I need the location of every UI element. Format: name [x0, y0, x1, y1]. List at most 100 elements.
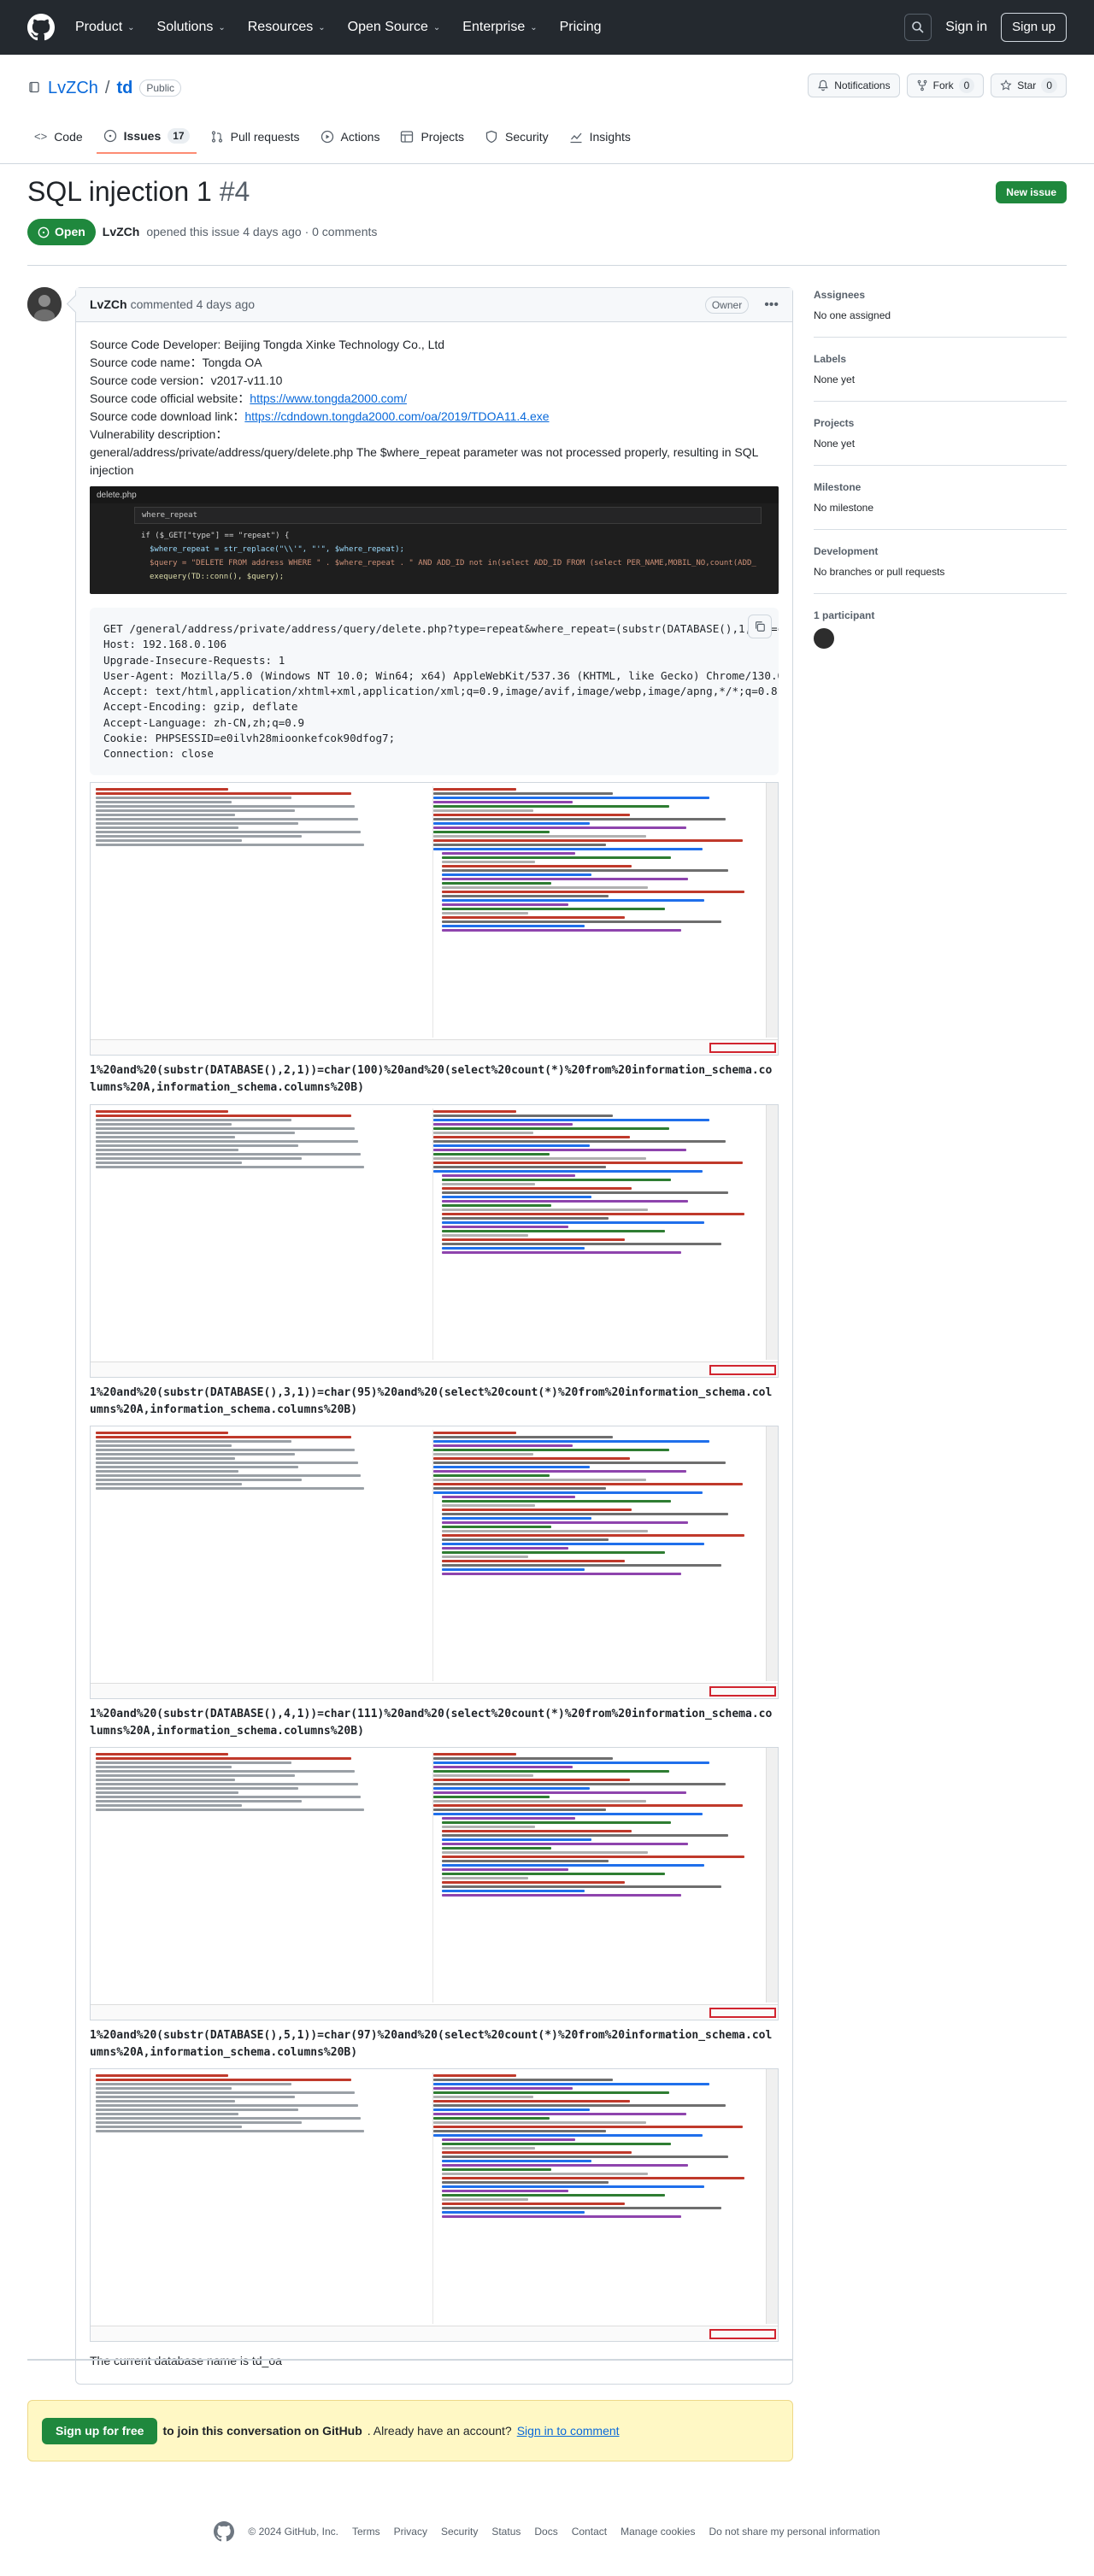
- participants-title: 1 participant: [814, 609, 875, 621]
- code-screenshot[interactable]: delete.php where_repeat if ($_GET["type"…: [90, 486, 779, 594]
- repo-owner-link[interactable]: LvZCh: [48, 75, 98, 101]
- tab-actions[interactable]: Actions: [314, 120, 387, 154]
- footer-link-security[interactable]: Security: [441, 2524, 478, 2539]
- nav-open-source[interactable]: Open Source ⌄: [348, 17, 441, 38]
- website-link[interactable]: https://www.tongda2000.com/: [250, 391, 407, 405]
- avatar[interactable]: [27, 287, 62, 321]
- request-text-line: [96, 2083, 291, 2086]
- request-text-line: [96, 1478, 302, 1481]
- request-text-line: [96, 2079, 351, 2082]
- response-text-line: [442, 878, 688, 881]
- vuln-description: general/address/private/address/query/de…: [90, 445, 758, 477]
- comment-time[interactable]: commented 4 days ago: [131, 296, 256, 314]
- response-time-highlight: [709, 1685, 776, 1697]
- nav-resources[interactable]: Resources ⌄: [248, 17, 326, 38]
- response-text-line: [433, 1461, 726, 1464]
- request-text-line: [96, 1114, 351, 1117]
- star-button[interactable]: Star 0: [991, 74, 1067, 97]
- response-text-line: [442, 908, 665, 911]
- response-text-line: [433, 1144, 590, 1147]
- response-text-line: [442, 895, 609, 898]
- burp-screenshot[interactable]: [90, 2068, 779, 2343]
- request-text-line: [96, 2087, 232, 2091]
- response-pane: [432, 1751, 766, 2003]
- sign-in-link[interactable]: Sign in: [945, 17, 987, 38]
- projects-value: None yet: [814, 438, 856, 450]
- response-text-line: [442, 1191, 728, 1194]
- owner-badge: Owner: [704, 296, 750, 314]
- shield-icon: [485, 130, 497, 144]
- footer-link-status[interactable]: Status: [491, 2524, 521, 2539]
- response-text-line: [433, 2126, 743, 2129]
- response-text-line: [442, 1220, 705, 1224]
- response-pane: [432, 786, 766, 1038]
- response-text-line: [433, 792, 614, 796]
- footer-link-contact[interactable]: Contact: [572, 2524, 607, 2539]
- github-logo-icon[interactable]: [27, 14, 55, 41]
- tab-pull-requests[interactable]: Pull requests: [203, 120, 307, 154]
- response-text-line: [433, 2113, 686, 2116]
- request-text-line: [96, 1126, 355, 1130]
- new-issue-button[interactable]: New issue: [996, 181, 1067, 203]
- request-text-line: [96, 1791, 238, 1795]
- request-text-line: [96, 1152, 362, 1156]
- request-text-line: [96, 805, 355, 809]
- tab-issues[interactable]: Issues 17: [96, 120, 197, 154]
- kebab-menu-icon[interactable]: •••: [764, 295, 779, 315]
- response-text-line: [433, 1813, 703, 1816]
- payload-line: 1%20and%20(substr(DATABASE(),4,1))=char(…: [90, 1707, 773, 1738]
- response-text-line: [433, 2108, 590, 2112]
- comment-author[interactable]: LvZCh: [90, 296, 127, 314]
- response-text-line: [433, 2121, 646, 2125]
- nav-product[interactable]: Product ⌄: [75, 17, 135, 38]
- fork-button[interactable]: Fork 0: [906, 74, 985, 97]
- developer-line: Source Code Developer: Beijing Tongda Xi…: [90, 338, 445, 351]
- search-button[interactable]: [904, 14, 932, 41]
- signin-comment-link[interactable]: Sign in to comment: [517, 2422, 620, 2440]
- response-text-line: [442, 1229, 665, 1232]
- request-text-line: [96, 2074, 229, 2078]
- tab-label: Insights: [589, 129, 631, 144]
- response-text-line: [442, 1851, 649, 1855]
- tab-label: Projects: [421, 129, 465, 144]
- request-text-line: [96, 788, 229, 791]
- burp-screenshot[interactable]: [90, 1425, 779, 1699]
- burp-screenshot[interactable]: [90, 1103, 779, 1378]
- github-logo-icon[interactable]: [214, 2521, 235, 2542]
- nav-label: Resources: [247, 20, 314, 34]
- response-text-line: [442, 1868, 568, 1872]
- request-text-line: [96, 822, 298, 826]
- tab-code[interactable]: <> Code: [27, 120, 90, 154]
- signup-free-button[interactable]: Sign up for free: [42, 2417, 158, 2444]
- copy-button[interactable]: [748, 615, 772, 638]
- chevron-down-icon: ⌄: [218, 22, 226, 32]
- sign-up-button[interactable]: Sign up: [1001, 12, 1067, 43]
- nav-solutions[interactable]: Solutions ⌄: [157, 17, 226, 38]
- nav-pricing[interactable]: Pricing: [560, 17, 602, 38]
- inspector-bar: [766, 1748, 778, 2003]
- burp-screenshot[interactable]: [90, 782, 779, 1056]
- nav-enterprise[interactable]: Enterprise ⌄: [462, 17, 537, 38]
- tab-security[interactable]: Security: [478, 120, 556, 154]
- response-text-line: [433, 1804, 743, 1808]
- footer-link-privacy[interactable]: Privacy: [394, 2524, 427, 2539]
- response-text-line: [442, 1195, 592, 1198]
- footer-link-docs[interactable]: Docs: [534, 2524, 557, 2539]
- footer-link-manage-cookies[interactable]: Manage cookies: [621, 2524, 695, 2539]
- footer-link-do-not-share[interactable]: Do not share my personal information: [709, 2524, 879, 2539]
- repo-tabs: <> Code Issues 17 Pull requests Actions …: [27, 120, 638, 154]
- burp-screenshot[interactable]: [90, 1747, 779, 2021]
- issue-author[interactable]: LvZCh: [103, 223, 140, 241]
- download-link[interactable]: https://cdndown.tongda2000.com/oa/2019/T…: [244, 409, 549, 423]
- response-text-line: [442, 1173, 575, 1177]
- burp-footer: [91, 2004, 778, 2020]
- burp-footer: [91, 1361, 778, 1377]
- participant-avatar[interactable]: [814, 628, 834, 649]
- repo-name-link[interactable]: td: [116, 75, 132, 101]
- response-text-line: [442, 891, 744, 894]
- response-time-highlight: [709, 1364, 776, 1375]
- tab-projects[interactable]: Projects: [393, 120, 471, 154]
- tab-insights[interactable]: Insights: [562, 120, 638, 154]
- footer-link-terms[interactable]: Terms: [352, 2524, 380, 2539]
- notifications-button[interactable]: Notifications: [808, 74, 900, 97]
